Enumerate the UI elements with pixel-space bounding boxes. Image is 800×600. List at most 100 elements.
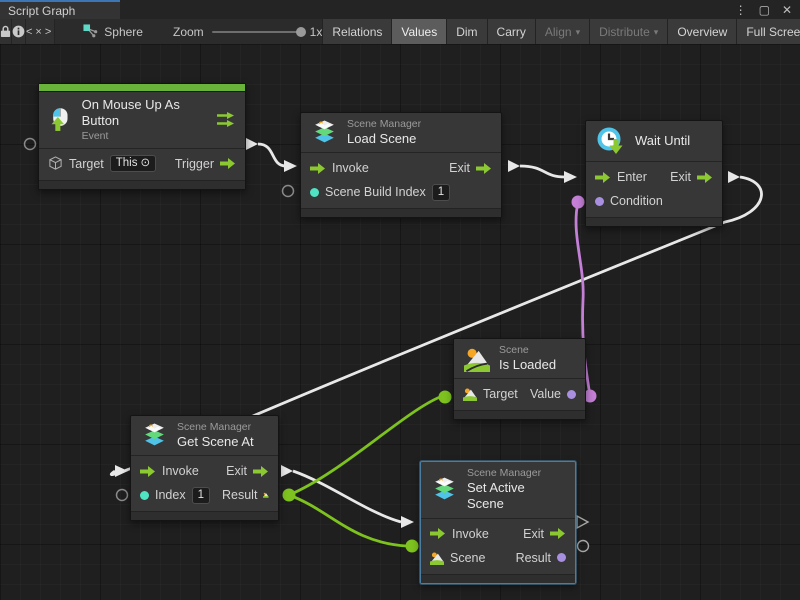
node-subtitle: Event — [82, 130, 199, 143]
code-view-button[interactable]: <×> — [26, 19, 55, 44]
zoom-label: Zoom — [173, 25, 204, 39]
port-setactive-exit-out[interactable] — [577, 516, 588, 528]
arrowhead — [284, 160, 297, 172]
flow-arrow-icon[interactable] — [595, 172, 611, 183]
port-buildindex-in[interactable] — [283, 186, 294, 197]
condition-port-label: Condition — [610, 194, 663, 208]
scene-manager-icon — [141, 422, 168, 449]
flow-arrow-icon[interactable] — [140, 466, 156, 477]
values-button[interactable]: Values — [391, 19, 446, 44]
zoom-control: Zoom 1x — [143, 19, 322, 44]
index-value-chip[interactable]: 1 — [192, 487, 210, 504]
endpoint-setactive-scene[interactable] — [406, 540, 419, 553]
node-footer — [454, 410, 585, 419]
exit-port-label: Exit — [449, 161, 470, 175]
endpoint-getsceneat-result[interactable] — [283, 489, 296, 502]
node-title: Load Scene — [347, 131, 421, 147]
node-footer — [421, 574, 575, 583]
flow-arrow-icon[interactable] — [310, 163, 326, 174]
overview-button[interactable]: Overview — [667, 19, 736, 44]
port-loadscene-exit-out[interactable] — [508, 160, 520, 172]
zoom-slider-handle[interactable] — [296, 27, 306, 37]
value-port-icon[interactable] — [567, 390, 576, 399]
port-row-invoke-exit: Invoke Exit — [131, 459, 278, 483]
endpoint-condition-top[interactable] — [572, 196, 585, 209]
fullscreen-button[interactable]: Full Screen — [736, 19, 800, 44]
value-port-icon[interactable] — [310, 188, 319, 197]
maximize-icon[interactable]: ▢ — [759, 4, 770, 16]
node-get-scene-at[interactable]: Scene Manager Get Scene At Invoke Exit I — [130, 415, 279, 521]
node-header: Scene Manager Load Scene — [301, 113, 501, 153]
node-title: On Mouse Up As Button — [82, 97, 199, 130]
node-is-loaded[interactable]: Scene Is Loaded Target Value — [453, 338, 586, 420]
flow-arrow-icon[interactable] — [220, 158, 236, 169]
graph-target-label: Sphere — [104, 25, 143, 39]
flow-arrow-icon[interactable] — [697, 172, 713, 183]
graph-target-group[interactable]: Sphere — [55, 19, 143, 44]
align-button[interactable]: Align▾ — [535, 19, 589, 44]
port-waituntil-exit-out[interactable] — [728, 171, 740, 183]
endpoint-isloaded-target[interactable] — [439, 391, 452, 404]
index-port-label: Index — [155, 488, 186, 502]
lock-button[interactable] — [0, 19, 12, 44]
script-graph-window: Script Graph ⋮ ▢ ✕ <×> — [0, 0, 800, 600]
distribute-button[interactable]: Distribute▾ — [589, 19, 667, 44]
result-port-label: Result — [516, 551, 551, 565]
port-mouseup-target-in[interactable] — [25, 139, 36, 150]
build-index-label: Scene Build Index — [325, 185, 426, 199]
zoom-value: 1x — [310, 25, 323, 39]
node-footer — [131, 511, 278, 520]
carry-button[interactable]: Carry — [487, 19, 535, 44]
zoom-slider[interactable] — [212, 31, 302, 33]
graph-toolbar: <×> Sphere Zoom 1x Relations Values Dim … — [0, 19, 800, 45]
node-on-mouse-up[interactable]: On Mouse Up As Button Event Target This — [38, 83, 246, 190]
exit-port-label: Exit — [226, 464, 247, 478]
port-trigger-out[interactable] — [246, 138, 258, 150]
trigger-port-label: Trigger — [175, 157, 214, 171]
dim-button[interactable]: Dim — [446, 19, 486, 44]
node-load-scene[interactable]: Scene Manager Load Scene Invoke Exit Sce — [300, 112, 502, 218]
coroutine-arrows-icon — [217, 112, 235, 127]
node-header: Scene Manager Set Active Scene — [421, 462, 575, 519]
chevron-down-icon: ▾ — [654, 27, 659, 38]
scene-icon — [463, 387, 477, 401]
wire-result-to-setactive[interactable] — [289, 495, 407, 546]
node-wait-until[interactable]: Wait Until Enter Exit Condition — [585, 120, 723, 227]
wire-getsceneat-to-setactive[interactable] — [293, 471, 401, 522]
arrowhead — [115, 465, 128, 477]
inspect-button[interactable] — [12, 19, 26, 44]
tab-script-graph[interactable]: Script Graph — [0, 0, 120, 19]
flow-arrow-icon[interactable] — [253, 466, 269, 477]
scene-manager-icon — [431, 476, 458, 503]
node-set-active-scene[interactable]: Scene Manager Set Active Scene Invoke Ex… — [420, 461, 576, 584]
graph-canvas[interactable]: On Mouse Up As Button Event Target This — [0, 44, 800, 600]
flow-arrow-icon[interactable] — [476, 163, 492, 174]
exit-port-label: Exit — [670, 170, 691, 184]
graph-icon — [83, 24, 98, 39]
target-value-chip[interactable]: This ⊙ — [110, 155, 156, 172]
node-title: Get Scene At — [177, 434, 254, 450]
port-row-scene-result: Scene Result — [421, 546, 575, 570]
port-row-target-value: Target Value — [454, 382, 585, 406]
node-title: Set Active Scene — [467, 480, 565, 513]
relations-button[interactable]: Relations — [322, 19, 391, 44]
port-row-condition: Condition — [586, 189, 722, 213]
wire-trigger-to-invoke[interactable] — [258, 144, 286, 166]
target-icon: ⊙ — [140, 156, 150, 171]
flow-arrow-icon[interactable] — [550, 528, 566, 539]
port-getsceneat-exit-out[interactable] — [281, 465, 293, 477]
menu-icon[interactable]: ⋮ — [735, 4, 747, 16]
value-port-icon[interactable] — [140, 491, 149, 500]
build-index-value[interactable]: 1 — [432, 184, 450, 201]
port-index-in[interactable] — [117, 490, 128, 501]
result-port-icon[interactable] — [557, 553, 566, 562]
target-port-label: Target — [69, 157, 104, 171]
wire-loadscene-to-waituntil[interactable] — [520, 166, 565, 177]
port-setactive-result-out[interactable] — [578, 541, 589, 552]
close-icon[interactable]: ✕ — [782, 4, 792, 16]
flow-arrow-icon[interactable] — [430, 528, 446, 539]
node-header: Scene Is Loaded — [454, 339, 585, 379]
node-header: Scene Manager Get Scene At — [131, 416, 278, 456]
node-category: Scene Manager — [347, 118, 421, 131]
condition-port-icon[interactable] — [595, 197, 604, 206]
